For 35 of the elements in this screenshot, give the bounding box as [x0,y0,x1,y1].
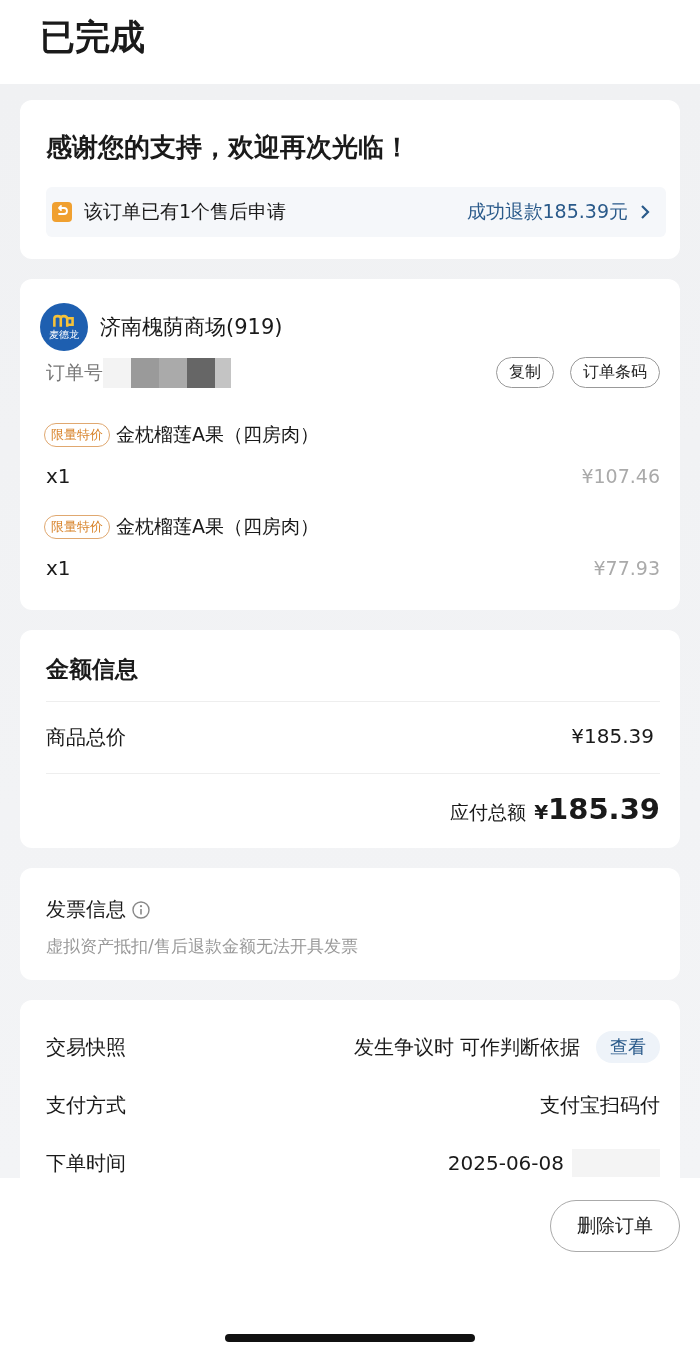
currency-sign: ¥ [534,800,549,824]
detail-value: 2025-06-08 [447,1151,564,1175]
after-sale-bar[interactable]: 该订单已有1个售后申请 成功退款185.39元 [46,187,666,237]
refund-link[interactable]: 成功退款185.39元 [466,199,628,225]
detail-label: 下单时间 [46,1149,126,1177]
after-sale-text: 该订单已有1个售后申请 [84,199,288,224]
amount-label: 商品总价 [46,724,126,751]
copy-button[interactable]: 复制 [496,357,554,388]
quantity: x1 [46,464,71,488]
product-name: 金枕榴莲A果（四房肉） [116,422,319,447]
detail-label: 支付方式 [46,1091,126,1119]
section-title: 发票信息 [46,896,126,923]
product-name: 金枕榴莲A果（四房肉） [116,514,319,539]
amount-value: ¥185.39 [571,724,654,750]
item-price: ¥77.93 [593,557,660,579]
quantity: x1 [46,556,71,580]
section-title: 金额信息 [46,655,139,684]
info-icon[interactable] [132,900,150,919]
delete-order-button[interactable]: 删除订单 [550,1200,680,1252]
order-barcode-button[interactable]: 订单条码 [570,357,660,388]
order-number-label: 订单号 [46,359,103,385]
page-title: 已完成 [40,16,145,59]
return-icon [52,202,72,222]
item-price: ¥107.46 [581,465,660,487]
detail-value: 发生争议时 可作判断依据 [353,1033,580,1061]
total-label: 应付总额 [450,800,527,825]
store-name: 济南槐荫商场(919) [100,314,283,341]
total-amount: 185.39 [548,792,660,826]
chevron-right-icon [640,204,650,220]
detail-label: 交易快照 [46,1033,126,1061]
view-button[interactable]: 查看 [596,1031,660,1063]
invoice-note: 虚拟资产抵扣/售后退款金额无法开具发票 [46,935,359,958]
thanks-heading: 感谢您的支持，欢迎再次光临！ [46,131,410,164]
store-logo: 麦德龙 [40,303,88,351]
detail-value: 支付宝扫码付 [540,1091,660,1119]
